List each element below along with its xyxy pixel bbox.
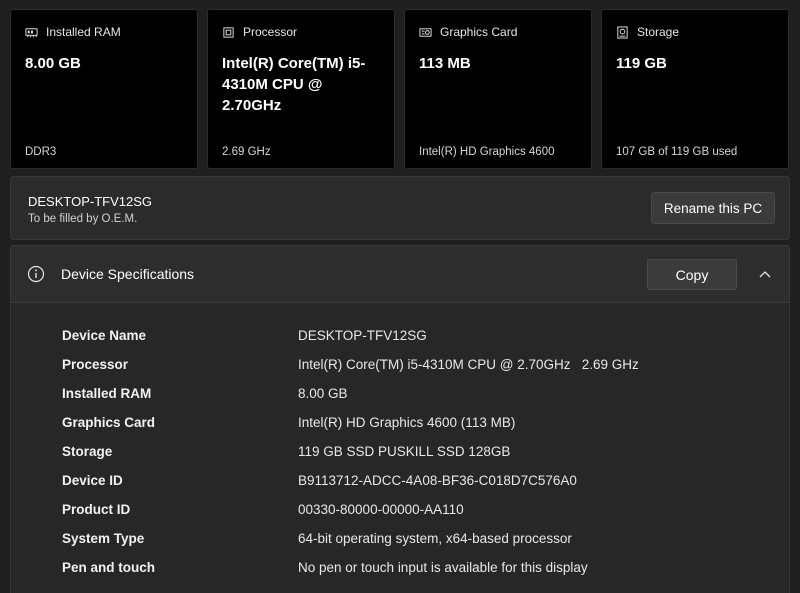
- graphics-card-card: Graphics Card 113 MB Intel(R) HD Graphic…: [404, 9, 592, 169]
- spec-row-device-name: Device Name DESKTOP-TFV12SG: [62, 328, 762, 348]
- copy-button[interactable]: Copy: [647, 259, 737, 290]
- spec-value: No pen or touch input is available for t…: [298, 560, 588, 575]
- processor-card: Processor Intel(R) Core(TM) i5-4310M CPU…: [207, 9, 395, 169]
- spec-label: Device ID: [62, 473, 123, 488]
- card-title: Processor: [243, 25, 298, 39]
- spec-label: Graphics Card: [62, 415, 156, 430]
- chevron-up-icon[interactable]: [758, 267, 772, 281]
- spec-row-device-id: Device ID B9113712-ADCC-4A08-BF36-C018D7…: [62, 473, 762, 493]
- card-subtitle: Intel(R) HD Graphics 4600: [419, 146, 555, 158]
- specs-title: Device Specifications: [61, 266, 195, 282]
- card-title: Installed RAM: [46, 25, 121, 39]
- spec-value: B9113712-ADCC-4A08-BF36-C018D7C576A0: [298, 473, 577, 488]
- device-specifications-panel: Device Specifications Copy Device Name D…: [10, 245, 790, 593]
- info-icon: [27, 265, 45, 283]
- card-value: Intel(R) Core(TM) i5-4310M CPU @ 2.70GHz: [222, 55, 366, 114]
- spec-value: 64-bit operating system, x64-based proce…: [298, 531, 572, 546]
- hardware-summary-cards: Installed RAM 8.00 GB DDR3 Processor Int…: [10, 9, 790, 169]
- card-title: Storage: [637, 25, 680, 39]
- spec-label: Pen and touch: [62, 560, 156, 575]
- spec-value: Intel(R) Core(TM) i5-4310M CPU @ 2.70GHz…: [298, 357, 639, 372]
- graphics-card-icon: [419, 27, 432, 37]
- spec-value: 119 GB SSD PUSKILL SSD 128GB: [298, 444, 511, 459]
- spec-label: Device Name: [62, 328, 147, 343]
- card-title: Graphics Card: [440, 25, 518, 39]
- installed-ram-card: Installed RAM 8.00 GB DDR3: [10, 9, 198, 169]
- spec-value: 8.00 GB: [298, 386, 348, 401]
- specs-header[interactable]: Device Specifications Copy: [11, 246, 789, 303]
- storage-card: Storage 119 GB 107 GB of 119 GB used: [601, 9, 789, 169]
- device-name-bar: DESKTOP-TFV12SG To be filled by O.E.M. R…: [10, 176, 790, 240]
- spec-label: Processor: [62, 357, 129, 372]
- device-name: DESKTOP-TFV12SG: [28, 194, 153, 209]
- spec-value: 00330-80000-00000-AA110: [298, 502, 464, 517]
- spec-value: DESKTOP-TFV12SG: [298, 328, 427, 343]
- spec-label: System Type: [62, 531, 145, 546]
- spec-row-pen-and-touch: Pen and touch No pen or touch input is a…: [62, 560, 762, 580]
- spec-row-storage: Storage 119 GB SSD PUSKILL SSD 128GB: [62, 444, 762, 464]
- spec-value: Intel(R) HD Graphics 4600 (113 MB): [298, 415, 516, 430]
- processor-icon: [223, 26, 234, 38]
- rename-pc-button[interactable]: Rename this PC: [651, 192, 775, 224]
- card-value: 8.00 GB: [25, 55, 81, 72]
- spec-row-product-id: Product ID 00330-80000-00000-AA110: [62, 502, 762, 522]
- spec-row-system-type: System Type 64-bit operating system, x64…: [62, 531, 762, 551]
- ram-icon: [25, 27, 38, 37]
- spec-label: Product ID: [62, 502, 131, 517]
- spec-row-installed-ram: Installed RAM 8.00 GB: [62, 386, 762, 406]
- card-subtitle: 107 GB of 119 GB used: [616, 146, 738, 158]
- card-subtitle: DDR3: [25, 146, 57, 158]
- spec-label: Installed RAM: [62, 386, 152, 401]
- card-value: 113 MB: [419, 55, 471, 72]
- card-value: 119 GB: [616, 55, 667, 72]
- storage-icon: [617, 25, 628, 39]
- spec-row-processor: Processor Intel(R) Core(TM) i5-4310M CPU…: [62, 357, 762, 377]
- spec-row-graphics-card: Graphics Card Intel(R) HD Graphics 4600 …: [62, 415, 762, 435]
- device-description: To be filled by O.E.M.: [28, 213, 138, 225]
- spec-label: Storage: [62, 444, 113, 459]
- card-subtitle: 2.69 GHz: [222, 146, 271, 158]
